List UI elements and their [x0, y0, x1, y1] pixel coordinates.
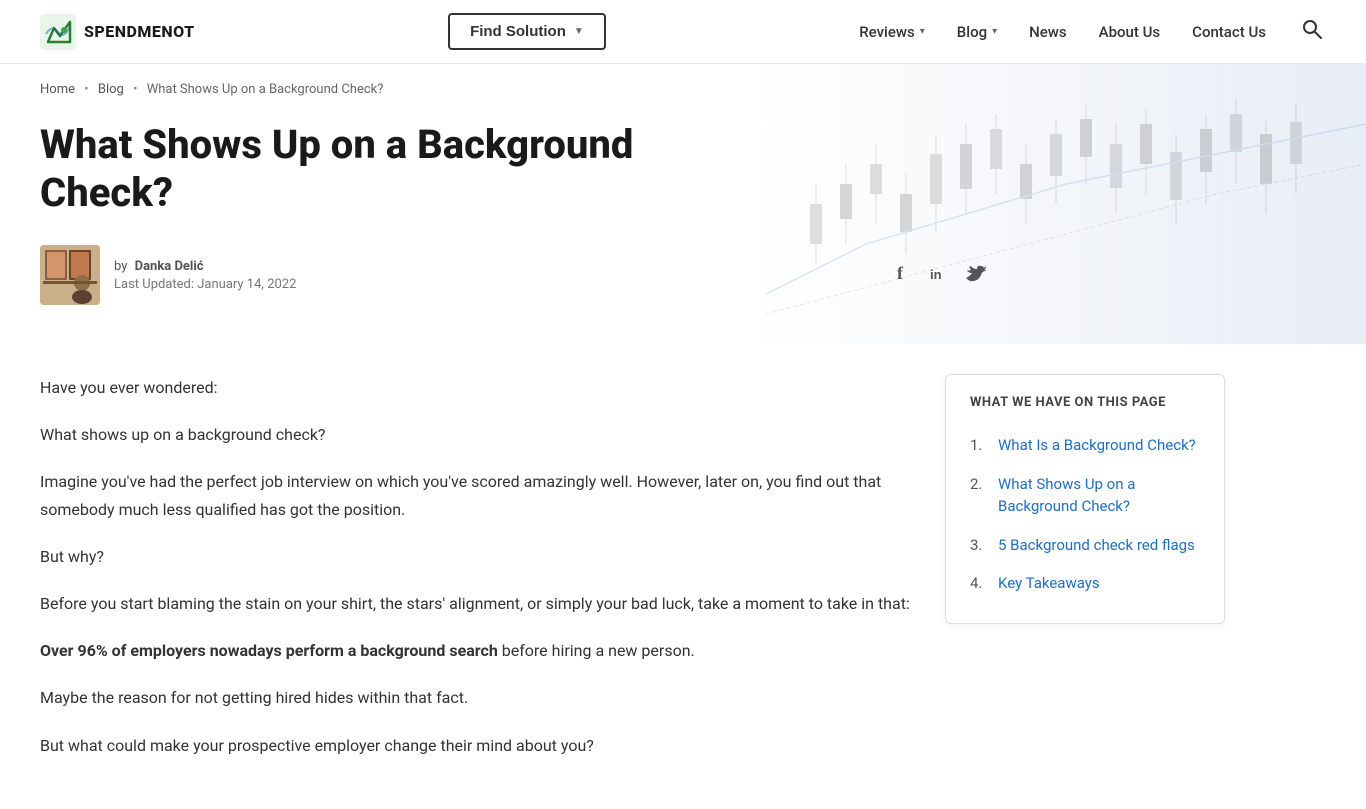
nav-reviews[interactable]: Reviews ▾	[859, 23, 925, 41]
facebook-share-button[interactable]: f	[892, 262, 914, 288]
logo-text: SPENDMENOT	[84, 22, 195, 41]
find-solution-button[interactable]: Find Solution ▼	[448, 13, 606, 50]
search-button[interactable]	[1298, 15, 1326, 48]
paragraph-3: Imagine you've had the perfect job inter…	[40, 468, 915, 522]
logo[interactable]: SPENDMENOT	[40, 14, 195, 50]
social-icons: f in	[892, 262, 986, 288]
nav-news[interactable]: News	[1029, 23, 1067, 41]
author-name: Danka Delić	[135, 259, 204, 274]
breadcrumb-current: What Shows Up on a Background Check?	[147, 82, 384, 97]
toc-item-3[interactable]: 3. 5 Background check red flags	[970, 526, 1200, 565]
toc-item-4[interactable]: 4. Key Takeaways	[970, 564, 1200, 603]
nav-blog[interactable]: Blog ▾	[957, 23, 997, 41]
paragraph-8: But what could make your prospective emp…	[40, 732, 915, 759]
linkedin-share-button[interactable]: in	[928, 262, 950, 288]
chevron-down-icon: ▼	[574, 26, 584, 37]
author-avatar	[40, 245, 100, 305]
chevron-down-icon: ▾	[992, 26, 997, 37]
chevron-down-icon: ▾	[920, 26, 925, 37]
avatar-image	[40, 245, 100, 305]
article-body: Have you ever wondered: What shows up on…	[40, 374, 915, 779]
svg-text:f: f	[897, 263, 904, 283]
linkedin-icon: in	[928, 262, 950, 284]
author-by-label: by Danka Delić	[114, 259, 296, 274]
nav-contact-us[interactable]: Contact Us	[1192, 23, 1266, 41]
toc-sidebar: WHAT WE HAVE ON THIS PAGE 1. What Is a B…	[945, 374, 1225, 779]
search-icon	[1302, 19, 1322, 39]
article-title: What Shows Up on a Background Check?	[0, 105, 800, 237]
bold-stat: Over 96% of employers nowadays perform a…	[40, 641, 498, 660]
author-meta: by Danka Delić Last Updated: January 14,…	[114, 259, 296, 292]
nav-about-us[interactable]: About Us	[1099, 23, 1161, 41]
logo-icon	[40, 14, 76, 50]
site-header: SPENDMENOT Find Solution ▼ Reviews ▾ Blo…	[0, 0, 1366, 64]
breadcrumb: Home • Blog • What Shows Up on a Backgro…	[0, 64, 1366, 105]
author-area: by Danka Delić Last Updated: January 14,…	[0, 237, 1366, 335]
paragraph-4: But why?	[40, 543, 915, 570]
main-content: Have you ever wondered: What shows up on…	[0, 344, 1366, 809]
main-nav: Reviews ▾ Blog ▾ News About Us Contact U…	[859, 15, 1326, 48]
paragraph-1: Have you ever wondered:	[40, 374, 915, 401]
facebook-icon: f	[892, 262, 914, 284]
toc-item-1[interactable]: 1. What Is a Background Check?	[970, 426, 1200, 465]
toc-title: WHAT WE HAVE ON THIS PAGE	[970, 395, 1200, 410]
author-date: Last Updated: January 14, 2022	[114, 277, 296, 292]
paragraph-5: Before you start blaming the stain on yo…	[40, 590, 915, 617]
breadcrumb-blog[interactable]: Blog	[98, 82, 124, 97]
svg-text:in: in	[930, 267, 942, 282]
toc-box: WHAT WE HAVE ON THIS PAGE 1. What Is a B…	[945, 374, 1225, 624]
twitter-icon	[964, 262, 986, 284]
breadcrumb-sep-2: •	[133, 82, 137, 97]
paragraph-7: Maybe the reason for not getting hired h…	[40, 684, 915, 711]
breadcrumb-sep-1: •	[84, 82, 88, 97]
breadcrumb-home[interactable]: Home	[40, 82, 75, 97]
paragraph-6: Over 96% of employers nowadays perform a…	[40, 637, 915, 664]
hero-section: Home • Blog • What Shows Up on a Backgro…	[0, 64, 1366, 344]
paragraph-2: What shows up on a background check?	[40, 421, 915, 448]
toc-item-2[interactable]: 2. What Shows Up on a Background Check?	[970, 465, 1200, 526]
twitter-share-button[interactable]	[964, 262, 986, 288]
